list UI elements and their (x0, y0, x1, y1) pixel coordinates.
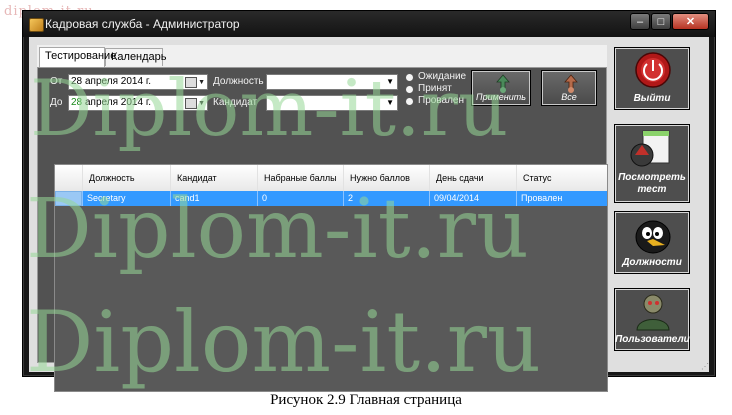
power-icon (635, 52, 671, 88)
dropdown-arrow-icon: ▼ (198, 100, 205, 107)
positions-button[interactable]: Должности (614, 211, 690, 274)
table-row[interactable]: Secretary cand1 0 2 09/04/2014 Провален (55, 191, 607, 206)
grid-header: Должность Кандидат Набраные баллы Нужно … (55, 165, 607, 192)
candidate-combobox[interactable]: ▼ (266, 95, 398, 111)
view-test-button[interactable]: Посмотреть тест (614, 124, 690, 203)
calendar-icon (185, 98, 197, 109)
radio-waiting-label: Ожидание (418, 71, 467, 82)
tab-strip: Тестирование Календарь (37, 45, 607, 67)
from-label: От (50, 76, 63, 87)
apply-button[interactable]: Применить (471, 70, 531, 106)
to-date-picker[interactable]: 28 апреля 2014 г. ▼ (68, 95, 208, 111)
from-date-picker[interactable]: 28 апреля 2014 г. ▼ (68, 74, 208, 90)
positions-button-label: Должности (622, 257, 682, 268)
close-button[interactable]: ✕ (672, 13, 709, 30)
maximize-button[interactable]: □ (651, 13, 671, 30)
refresh-icon (564, 74, 578, 93)
cell-status[interactable]: Провален (516, 191, 607, 206)
cell-required[interactable]: 2 (343, 191, 429, 206)
col-header-candidate[interactable]: Кандидат (170, 165, 257, 191)
cell-position[interactable]: Secretary (82, 191, 170, 206)
minimize-button[interactable]: – (630, 13, 650, 30)
client-area: Тестирование Календарь От 28 апреля 2014… (29, 37, 709, 392)
document-icon (630, 130, 670, 167)
position-combobox[interactable]: ▼ (266, 74, 398, 90)
all-button[interactable]: Все (541, 70, 597, 106)
users-button[interactable]: Пользователи (614, 288, 690, 351)
exit-button[interactable]: Выйти (614, 47, 690, 110)
radio-waiting[interactable] (405, 73, 414, 82)
exit-button-label: Выйти (633, 93, 671, 104)
penguin-icon (635, 220, 671, 254)
radio-accepted-label: Принят (418, 83, 452, 94)
cell-candidate[interactable]: cand1 (170, 191, 257, 206)
title-bar: Кадровая служба - Администратор – □ ✕ (23, 11, 715, 37)
radio-failed-label: Провален (418, 95, 464, 106)
dropdown-arrow-icon: ▼ (386, 77, 394, 86)
all-button-label: Все (561, 92, 577, 102)
col-header-date[interactable]: День сдачи (429, 165, 516, 191)
from-month-year: апреля 2014 г. (85, 76, 152, 87)
app-window: Кадровая служба - Администратор – □ ✕ Те… (22, 10, 716, 392)
recycle-icon (496, 74, 510, 93)
view-test-button-label: Посмотреть тест (618, 172, 686, 195)
window-title: Кадровая служба - Администратор (45, 17, 240, 31)
cell-date[interactable]: 09/04/2014 (429, 191, 516, 206)
to-month-year: апреля 2014 г. (85, 97, 152, 108)
col-header-required[interactable]: Нужно баллов (343, 165, 429, 191)
position-value (267, 80, 270, 91)
results-grid: Должность Кандидат Набраные баллы Нужно … (54, 164, 608, 392)
col-header-status[interactable]: Статус (516, 165, 607, 191)
tab-page-testing: От 28 апреля 2014 г. ▼ До 28 апреля 2014… (37, 67, 608, 392)
radio-failed[interactable] (405, 97, 414, 106)
radio-accepted[interactable] (405, 85, 414, 94)
to-label: До (50, 97, 63, 108)
resize-grip-icon[interactable]: ⋰ (701, 363, 709, 371)
dropdown-arrow-icon: ▼ (386, 98, 394, 107)
candidate-label: Кандидат (213, 97, 258, 108)
from-day: 28 (71, 76, 83, 87)
candidate-value (267, 101, 270, 112)
users-icon (636, 294, 670, 331)
calendar-icon (185, 77, 197, 88)
apply-button-label: Применить (476, 92, 526, 102)
figure-caption: Рисунок 2.9 Главная страница (270, 392, 462, 408)
users-button-label: Пользователи (615, 334, 690, 345)
to-day: 28 (71, 97, 83, 108)
row-header[interactable] (55, 191, 82, 206)
grid-corner (55, 165, 82, 191)
cell-scored[interactable]: 0 (257, 191, 343, 206)
app-icon (29, 18, 44, 32)
dropdown-arrow-icon: ▼ (198, 79, 205, 86)
tab-testing[interactable]: Тестирование (39, 47, 116, 67)
col-header-position[interactable]: Должность (82, 165, 170, 191)
position-label: Должность (213, 76, 264, 87)
col-header-scored[interactable]: Набраные баллы (257, 165, 343, 191)
